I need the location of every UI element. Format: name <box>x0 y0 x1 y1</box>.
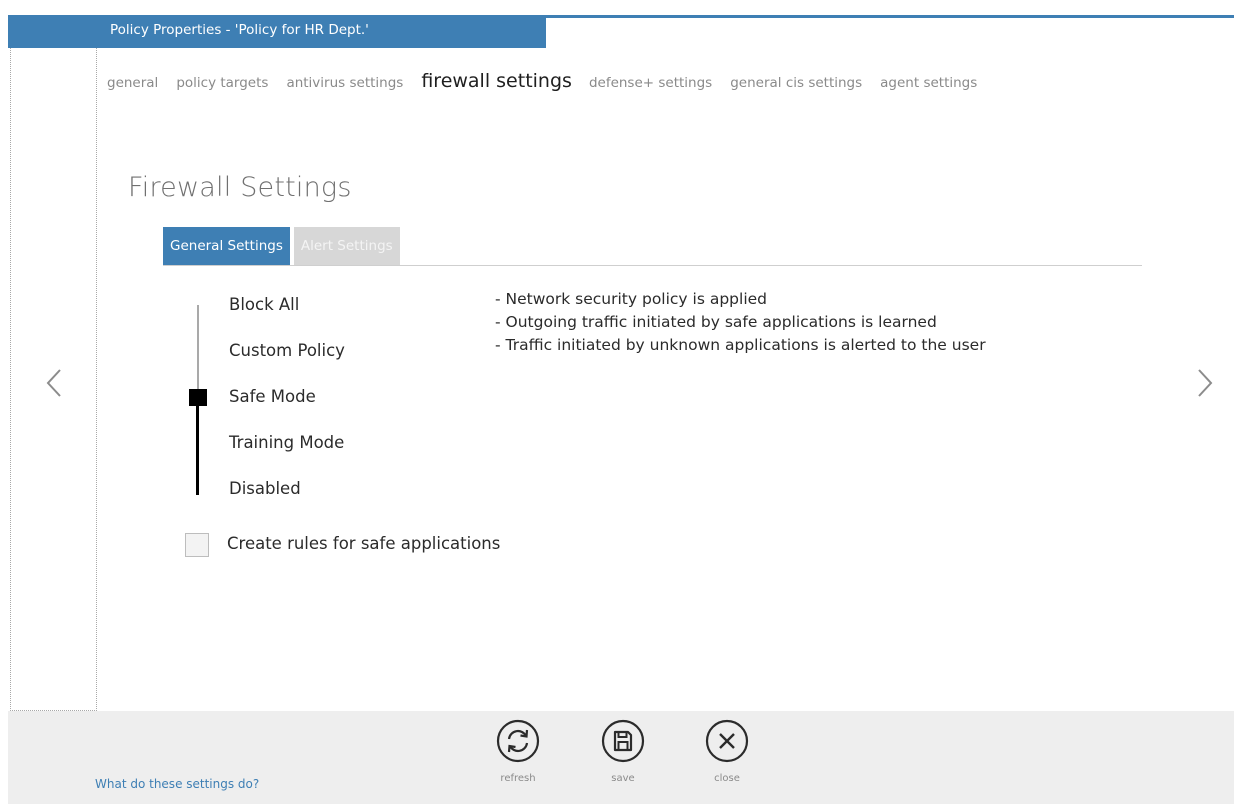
tab-firewall-settings[interactable]: firewall settings <box>421 70 572 92</box>
level-disabled[interactable]: Disabled <box>229 479 301 498</box>
description-line: - Traffic initiated by unknown applicati… <box>495 336 986 354</box>
window-title-bar: Policy Properties - 'Policy for HR Dept.… <box>8 18 546 48</box>
description-line: - Outgoing traffic initiated by safe app… <box>495 313 937 331</box>
subtab-divider <box>163 265 1142 266</box>
tab-general[interactable]: general <box>107 75 158 91</box>
save-label: save <box>611 773 635 784</box>
tab-defense-settings[interactable]: defense+ settings <box>589 75 712 91</box>
tab-policy-targets[interactable]: policy targets <box>176 75 268 91</box>
policy-tabs: general policy targets antivirus setting… <box>107 70 995 92</box>
chevron-right-icon[interactable] <box>1189 358 1219 408</box>
close-icon <box>705 719 749 763</box>
tab-agent-settings[interactable]: agent settings <box>880 75 977 91</box>
security-slider-track-lower[interactable] <box>196 400 199 495</box>
create-rules-label[interactable]: Create rules for safe applications <box>227 534 500 553</box>
help-link[interactable]: What do these settings do? <box>95 777 259 791</box>
save-button[interactable]: save <box>597 719 649 784</box>
level-description: - Network security policy is applied - O… <box>495 288 986 357</box>
subtab-alert-settings[interactable]: Alert Settings <box>293 227 400 265</box>
level-custom-policy[interactable]: Custom Policy <box>229 341 345 360</box>
refresh-icon <box>496 719 540 763</box>
chevron-left-icon[interactable] <box>40 358 70 408</box>
save-icon <box>601 719 645 763</box>
page-title: Firewall Settings <box>128 172 352 203</box>
level-block-all[interactable]: Block All <box>229 295 299 314</box>
settings-subtabs: General Settings Alert Settings <box>163 227 400 265</box>
security-slider-thumb[interactable] <box>189 389 207 406</box>
close-button[interactable]: close <box>701 719 753 784</box>
close-label: close <box>714 773 740 784</box>
footer-bar: What do these settings do? refresh save … <box>8 711 1234 804</box>
tab-antivirus-settings[interactable]: antivirus settings <box>286 75 403 91</box>
tab-general-cis-settings[interactable]: general cis settings <box>730 75 862 91</box>
refresh-button[interactable]: refresh <box>492 719 544 784</box>
refresh-label: refresh <box>500 773 536 784</box>
level-training-mode[interactable]: Training Mode <box>229 433 344 452</box>
create-rules-checkbox[interactable] <box>185 533 209 557</box>
level-safe-mode[interactable]: Safe Mode <box>229 387 316 406</box>
security-slider-track-upper[interactable] <box>197 305 199 393</box>
window-title: Policy Properties - 'Policy for HR Dept.… <box>110 22 369 38</box>
description-line: - Network security policy is applied <box>495 290 768 308</box>
subtab-general-settings[interactable]: General Settings <box>163 227 290 265</box>
